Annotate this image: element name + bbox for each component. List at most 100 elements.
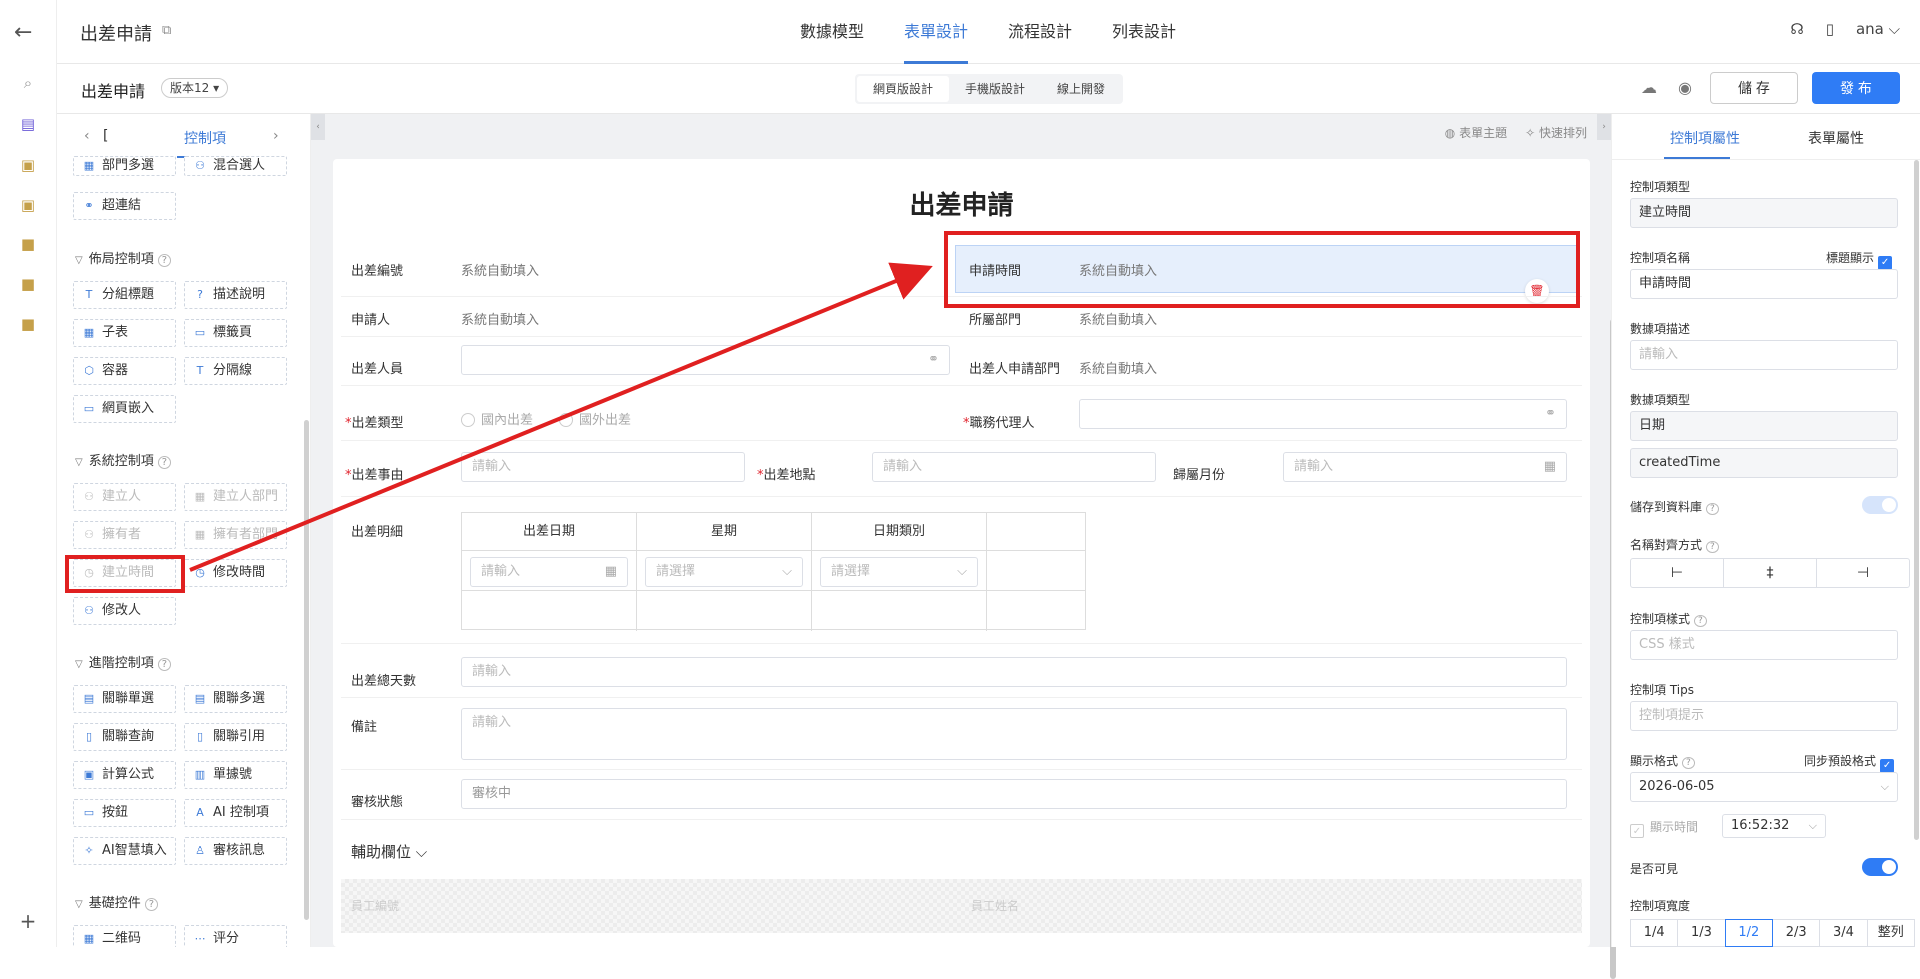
palette-item[interactable]: ▯ 關聯引用: [184, 723, 287, 751]
palette-item[interactable]: ▭ 按鈕: [73, 799, 176, 827]
palette-item[interactable]: ▤ 關聯單選: [73, 685, 176, 713]
palette-item[interactable]: ⋯ 评分: [184, 925, 287, 947]
palette-tab-controls[interactable]: 控制項: [184, 128, 226, 148]
theme-tool[interactable]: ◍ 表單主題: [1445, 124, 1507, 141]
data-desc-input[interactable]: 請輸入: [1630, 340, 1898, 370]
palette-item[interactable]: ▭ 標籤頁: [184, 319, 287, 347]
width-option-selected[interactable]: 1/2: [1724, 919, 1773, 947]
palette-item[interactable]: ⚇ 擁有者: [73, 521, 176, 549]
palette-item[interactable]: ? 描述說明: [184, 281, 287, 309]
tab-data-model[interactable]: 數據模型: [800, 0, 864, 64]
back-arrow-icon[interactable]: ←: [14, 20, 32, 45]
section-basic-controls[interactable]: ▽ 基礎控件?: [75, 892, 159, 911]
control-name-input[interactable]: 申請時間: [1630, 269, 1898, 299]
palette-item[interactable]: ▤ 關聯多選: [184, 685, 287, 713]
section-layout-controls[interactable]: ▽ 佈局控制項?: [75, 248, 172, 267]
save-button[interactable]: 儲 存: [1710, 72, 1798, 104]
help-icon[interactable]: ?: [1706, 541, 1719, 553]
palette-item[interactable]: ▥ 單據號: [184, 761, 287, 789]
visible-toggle[interactable]: [1862, 858, 1898, 876]
palette-item[interactable]: T 分組標題: [73, 281, 176, 309]
save-db-toggle[interactable]: [1862, 496, 1898, 514]
tab-flow-design[interactable]: 流程設計: [1008, 0, 1072, 64]
palette-tab-partial[interactable]: [: [103, 128, 108, 144]
traveler-picker[interactable]: ⚭: [461, 345, 950, 375]
palette-item[interactable]: ▦ 建立人部門: [184, 483, 287, 511]
width-option[interactable]: 1/4: [1630, 919, 1679, 947]
palette-item[interactable]: ▭ 網頁嵌入: [73, 395, 176, 423]
width-option[interactable]: 1/3: [1677, 919, 1726, 947]
show-title-toggle[interactable]: 標題顯示 ✓: [1826, 249, 1893, 270]
cloud-upload-icon[interactable]: ☁: [1638, 77, 1660, 99]
plus-icon[interactable]: +: [17, 910, 39, 932]
user-menu[interactable]: ana ⌵: [1856, 20, 1900, 38]
headset-icon[interactable]: ☊: [1790, 20, 1803, 38]
properties-scrollbar[interactable]: [1914, 160, 1919, 840]
palette-item[interactable]: ⚇ 建立人: [73, 483, 176, 511]
help-icon[interactable]: ?: [1694, 615, 1707, 627]
help-icon[interactable]: ?: [157, 456, 172, 469]
align-right-icon[interactable]: ⊣: [1817, 559, 1909, 587]
palette-item[interactable]: ▦ 子表: [73, 319, 176, 347]
help-icon[interactable]: ?: [1682, 757, 1695, 769]
table-icon[interactable]: ▤: [17, 113, 39, 135]
palette-item[interactable]: ◷ 修改時間: [184, 559, 287, 587]
chevron-right-icon[interactable]: ›: [273, 128, 279, 144]
palette-item-created-time[interactable]: ◷ 建立時間: [73, 559, 176, 587]
palette-item[interactable]: ▦ 部門多選: [73, 156, 176, 176]
folder-icon[interactable]: ■: [17, 233, 39, 255]
palette-item[interactable]: ⚭ 超連結: [73, 192, 176, 220]
search-icon[interactable]: ⌕: [17, 72, 39, 94]
aux-section-toggle[interactable]: 輔助欄位 ⌵: [351, 841, 427, 862]
section-advanced-controls[interactable]: ▽ 進階控制項?: [75, 652, 172, 671]
collapse-right-icon[interactable]: ›: [1597, 114, 1611, 140]
help-icon[interactable]: ?: [157, 658, 172, 671]
chat-icon[interactable]: ▣: [17, 154, 39, 176]
palette-scrollbar[interactable]: [304, 420, 309, 920]
width-option[interactable]: 2/3: [1771, 919, 1821, 947]
reason-input[interactable]: 請輸入: [461, 452, 745, 482]
width-option[interactable]: 3/4: [1819, 919, 1868, 947]
weekday-select[interactable]: 請選擇 ⌵: [645, 557, 803, 587]
section-system-controls[interactable]: ▽ 系統控制項?: [75, 450, 172, 469]
trip-date-input[interactable]: 請輸入 ▦: [470, 557, 628, 587]
external-link-icon[interactable]: ⧉: [162, 23, 171, 38]
folder-icon[interactable]: ■: [17, 273, 39, 295]
collapse-left-icon[interactable]: ‹: [311, 114, 325, 140]
align-center-icon[interactable]: ‡: [1724, 559, 1817, 587]
book-icon[interactable]: ▯: [1826, 20, 1834, 38]
help-icon[interactable]: ?: [1706, 503, 1719, 515]
total-days-input[interactable]: 請輸入: [461, 657, 1567, 687]
location-input[interactable]: 請輸入: [872, 452, 1156, 482]
palette-item[interactable]: ✧ AI智慧填入: [73, 837, 176, 865]
quick-arrange-tool[interactable]: ✧ 快速排列: [1525, 124, 1587, 141]
sync-format-toggle[interactable]: 同步預設格式 ✓: [1804, 752, 1895, 773]
show-time-toggle[interactable]: ✓ 顯示時間: [1630, 818, 1698, 838]
mode-mobile[interactable]: 手機版設計: [949, 76, 1041, 102]
palette-item[interactable]: ▦ 二维码: [73, 925, 176, 947]
version-select[interactable]: 版本12 ▾: [161, 78, 229, 98]
palette-item[interactable]: ▯ 關聯查詢: [73, 723, 176, 751]
palette-item[interactable]: ⚇ 混合選人: [184, 156, 287, 176]
tab-form-props[interactable]: 表單屬性: [1808, 128, 1864, 148]
palette-item[interactable]: ▦ 擁有者部門: [184, 521, 287, 549]
mode-online-dev[interactable]: 線上開發: [1041, 76, 1121, 102]
delete-field-button[interactable]: 🗑: [1525, 279, 1549, 303]
folder-icon[interactable]: ■: [17, 313, 39, 335]
palette-item[interactable]: A AI 控制項: [184, 799, 287, 827]
status-field[interactable]: 審核中: [461, 779, 1567, 809]
field-label-apply-time[interactable]: 申請時間: [969, 260, 1021, 279]
width-option[interactable]: 整列: [1866, 919, 1915, 947]
help-icon[interactable]: ?: [144, 898, 159, 911]
palette-item[interactable]: ⬡ 容器: [73, 357, 176, 385]
radio-domestic[interactable]: 國內出差: [461, 409, 533, 428]
agent-picker[interactable]: ⚭: [1079, 399, 1567, 429]
eye-icon[interactable]: ◉: [1674, 77, 1696, 99]
publish-button[interactable]: 發 布: [1812, 72, 1900, 104]
palette-item[interactable]: ⚇ 修改人: [73, 597, 176, 625]
chevron-left-icon[interactable]: ‹: [84, 128, 90, 144]
palette-item[interactable]: ♙ 審核訊息: [184, 837, 287, 865]
month-input[interactable]: 請輸入 ▦: [1283, 452, 1567, 482]
align-left-icon[interactable]: ⊢: [1631, 559, 1724, 587]
tips-input[interactable]: 控制項提示: [1630, 701, 1898, 731]
